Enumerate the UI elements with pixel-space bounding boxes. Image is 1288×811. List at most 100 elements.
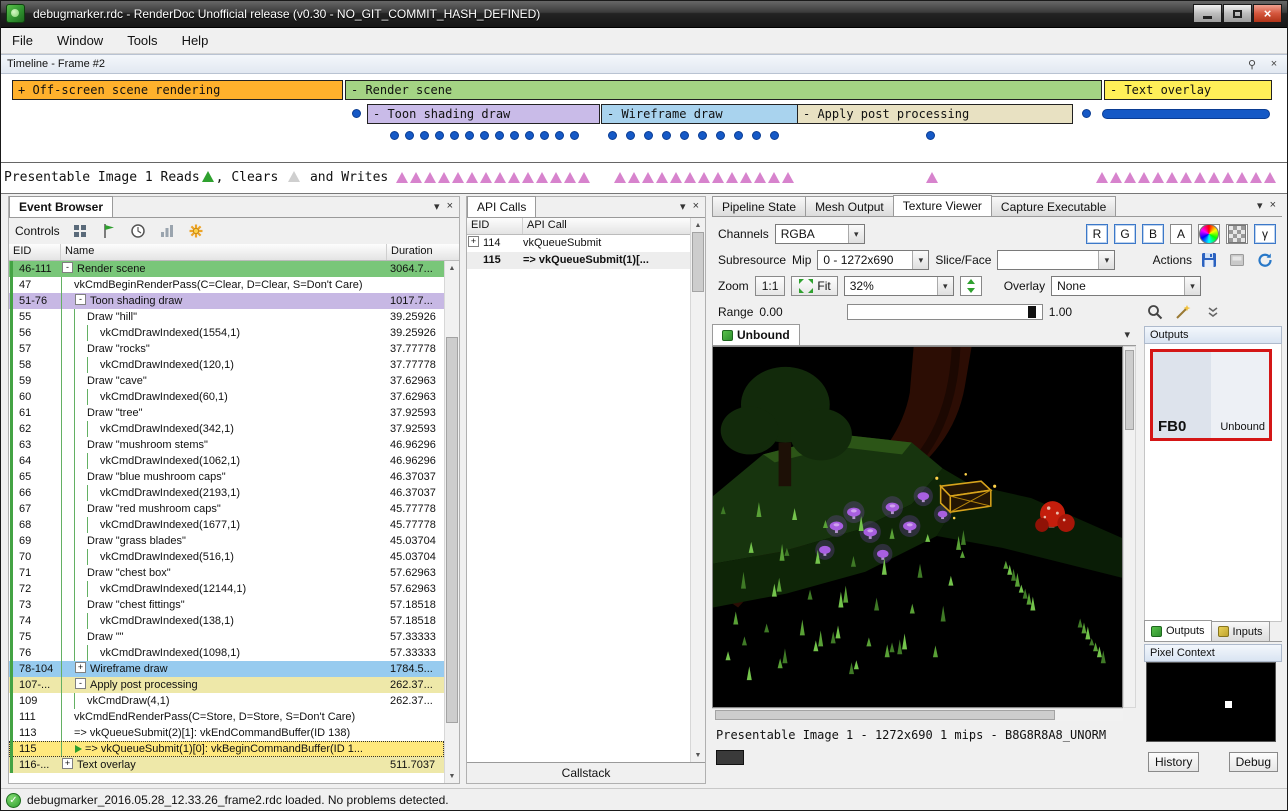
callstack-bar[interactable]: Callstack xyxy=(467,762,705,783)
timeline-draw-dot[interactable] xyxy=(626,131,635,140)
event-row[interactable]: 66vkCmdDrawIndexed(2193,1)46.37037 xyxy=(9,485,444,501)
gamma-toggle[interactable]: γ xyxy=(1254,224,1276,244)
timeline-draw-dot[interactable] xyxy=(555,131,564,140)
zoom-1to1-button[interactable]: 1:1 xyxy=(755,276,786,296)
timeline-draw-dot[interactable] xyxy=(435,131,444,140)
event-row[interactable]: 78-104+Wireframe draw1784.5... xyxy=(9,661,444,677)
panel-dropdown-icon[interactable]: ▾ xyxy=(434,200,440,213)
timeline-draw-dot[interactable] xyxy=(420,131,429,140)
event-row[interactable]: 58vkCmdDrawIndexed(120,1)37.77778 xyxy=(9,357,444,373)
timeline-body[interactable]: Presentable Image 1 Reads, Clears and Wr… xyxy=(0,74,1288,194)
texture-viewport[interactable] xyxy=(712,346,1123,708)
expand-icon[interactable]: + xyxy=(468,236,479,247)
channel-g-toggle[interactable]: G xyxy=(1114,224,1136,244)
panel-close-icon[interactable]: × xyxy=(1270,199,1276,212)
timeline-draw-dot[interactable] xyxy=(570,131,579,140)
expand-icon[interactable]: + xyxy=(62,758,73,769)
tab-event-browser[interactable]: Event Browser xyxy=(9,196,113,217)
channel-b-toggle[interactable]: B xyxy=(1142,224,1164,244)
timeline-draw-dot[interactable] xyxy=(495,131,504,140)
texture-hscrollbar[interactable] xyxy=(712,708,1123,721)
pixel-context-view[interactable] xyxy=(1146,662,1276,742)
zoom-combo[interactable]: 32% ▾ xyxy=(844,276,954,296)
event-row[interactable]: 76vkCmdDrawIndexed(1098,1)57.33333 xyxy=(9,645,444,661)
scrollbar-thumb[interactable] xyxy=(715,710,1055,720)
timeline-draw-dot[interactable] xyxy=(770,131,779,140)
scroll-up-icon[interactable]: ▲ xyxy=(445,261,459,275)
event-row[interactable]: 111vkCmdEndRenderPass(C=Store, D=Store, … xyxy=(9,709,444,725)
flip-y-button[interactable] xyxy=(960,276,982,296)
col-eid[interactable]: EID xyxy=(467,218,523,234)
event-row[interactable]: 62vkCmdDrawIndexed(342,1)37.92593 xyxy=(9,421,444,437)
timeline-close-icon[interactable]: × xyxy=(1267,57,1281,71)
timeline-draw-dot[interactable] xyxy=(716,131,725,140)
alpha-background-button[interactable] xyxy=(1226,224,1248,244)
event-row[interactable]: 73Draw "chest fittings"57.18518 xyxy=(9,597,444,613)
scrollbar-thumb[interactable] xyxy=(1125,350,1134,430)
event-row[interactable]: 70vkCmdDrawIndexed(516,1)45.03704 xyxy=(9,549,444,565)
menu-help[interactable]: Help xyxy=(170,29,221,52)
timeline-bar[interactable]: - Wireframe draw xyxy=(601,104,798,124)
timeline-draw-dot[interactable] xyxy=(405,131,414,140)
find-event-icon[interactable] xyxy=(69,220,91,242)
timeline-draw-dot[interactable] xyxy=(734,131,743,140)
event-row[interactable]: 107-...-Apply post processing262.37... xyxy=(9,677,444,693)
event-row[interactable]: 116-...+Text overlay511.7037 xyxy=(9,757,444,773)
event-row[interactable]: 67Draw "red mushroom caps"45.77778 xyxy=(9,501,444,517)
tab-inputs[interactable]: Inputs xyxy=(1211,621,1270,641)
timeline-draw-dot[interactable] xyxy=(608,131,617,140)
event-row[interactable]: 72vkCmdDrawIndexed(12144,1)57.62963 xyxy=(9,581,444,597)
menu-tools[interactable]: Tools xyxy=(115,29,169,52)
timeline-draw-dot[interactable] xyxy=(352,109,361,118)
col-duration[interactable]: Duration xyxy=(387,244,444,260)
col-api-call[interactable]: API Call xyxy=(523,218,690,234)
tab-pipeline-state[interactable]: Pipeline State xyxy=(712,196,806,216)
api-calls-scrollbar[interactable]: ▲ ▼ xyxy=(690,218,705,762)
event-browser-scrollbar[interactable]: ▲ ▼ xyxy=(444,261,459,783)
event-row[interactable]: 74vkCmdDrawIndexed(138,1)57.18518 xyxy=(9,613,444,629)
texture-list-dropdown-icon[interactable]: ▾ xyxy=(1124,328,1130,341)
close-button[interactable]: × xyxy=(1253,4,1282,23)
overlay-select[interactable]: None ▾ xyxy=(1051,276,1201,296)
pin-icon[interactable]: ⚲ xyxy=(1245,57,1259,71)
panel-close-icon[interactable]: × xyxy=(693,200,699,213)
timeline-draw-dot[interactable] xyxy=(926,131,935,140)
custom-shader-button[interactable] xyxy=(1198,224,1220,244)
timeline-draw-dot[interactable] xyxy=(698,131,707,140)
event-row[interactable]: 109vkCmdDraw(4,1)262.37... xyxy=(9,693,444,709)
event-row[interactable]: 113=> vkQueueSubmit(2)[1]: vkEndCommandB… xyxy=(9,725,444,741)
fit-button[interactable]: Fit xyxy=(791,276,837,296)
col-eid[interactable]: EID xyxy=(9,244,61,260)
tab-texture-viewer[interactable]: Texture Viewer xyxy=(893,195,992,216)
scroll-up-icon[interactable]: ▲ xyxy=(691,218,705,232)
stats-icon[interactable] xyxy=(156,220,178,242)
maximize-button[interactable] xyxy=(1223,4,1252,23)
timeline-bar[interactable]: + Off-screen scene rendering xyxy=(12,80,343,100)
api-call-row[interactable]: +114vkQueueSubmit xyxy=(467,235,690,252)
channel-a-toggle[interactable]: A xyxy=(1170,224,1192,244)
menu-window[interactable]: Window xyxy=(45,29,115,52)
open-texture-list-button[interactable] xyxy=(1226,249,1248,271)
scrollbar-thumb[interactable] xyxy=(446,337,458,723)
timeline-draw-dot[interactable] xyxy=(450,131,459,140)
event-row[interactable]: 63Draw "mushroom stems"46.96296 xyxy=(9,437,444,453)
collapse-icon[interactable]: - xyxy=(62,262,73,273)
event-row[interactable]: 61Draw "tree"37.92593 xyxy=(9,405,444,421)
time-draws-icon[interactable] xyxy=(127,220,149,242)
event-row[interactable]: 71Draw "chest box"57.62963 xyxy=(9,565,444,581)
texture-tab-unbound[interactable]: Unbound xyxy=(712,324,800,345)
event-row[interactable]: 57Draw "rocks"37.77778 xyxy=(9,341,444,357)
expand-icon[interactable]: + xyxy=(75,662,86,673)
range-slider[interactable] xyxy=(847,304,1043,320)
event-row[interactable]: 115=> vkQueueSubmit(1)[0]: vkBeginComman… xyxy=(9,741,444,757)
texture-vscrollbar[interactable] xyxy=(1123,346,1136,708)
fb0-thumbnail[interactable]: FB0 Unbound xyxy=(1150,349,1272,441)
tab-api-calls[interactable]: API Calls xyxy=(467,196,536,217)
scroll-down-icon[interactable]: ▼ xyxy=(691,748,705,762)
channels-select[interactable]: RGBA ▾ xyxy=(775,224,865,244)
timeline-draw-dot[interactable] xyxy=(525,131,534,140)
col-name[interactable]: Name xyxy=(61,244,387,260)
panel-close-icon[interactable]: × xyxy=(447,200,453,213)
timeline-draw-pill[interactable] xyxy=(1102,109,1270,119)
timeline-draw-dot[interactable] xyxy=(644,131,653,140)
